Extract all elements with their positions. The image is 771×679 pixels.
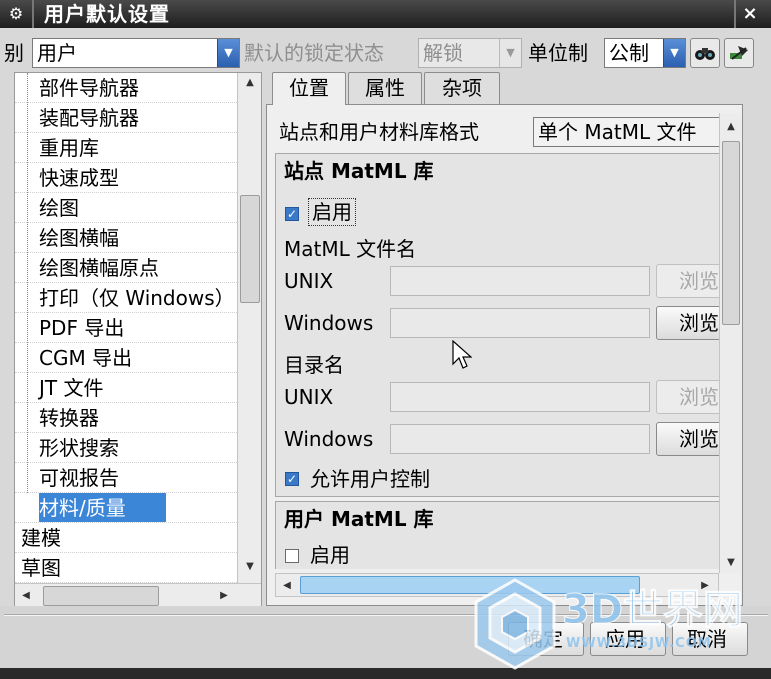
scroll-left-icon[interactable]: ◀	[280, 580, 294, 591]
allow-user-control-label[interactable]: 允许用户控制	[310, 464, 430, 494]
mouse-cursor-icon	[452, 340, 472, 369]
tree-item-top[interactable]: 草图	[15, 553, 237, 583]
scroll-up-icon[interactable]: ▲	[720, 121, 742, 132]
browse-button[interactable]: 浏览	[656, 422, 719, 456]
lock-state-label: 默认的锁定状态	[244, 41, 384, 65]
site-enable-label[interactable]: 启用	[308, 198, 356, 226]
close-icon[interactable]: ×	[738, 2, 762, 26]
level-select[interactable]: 用户 ▼	[32, 38, 240, 68]
group-title: 用户 MatML 库	[284, 507, 434, 531]
tree-item[interactable]: 部件导航器	[15, 73, 237, 103]
tree-item[interactable]: 绘图横幅	[15, 223, 237, 253]
chevron-down-icon[interactable]: ▼	[499, 39, 521, 67]
windows-label: Windows	[284, 427, 374, 451]
window-bottom-border	[0, 668, 771, 679]
scroll-right-icon[interactable]: ▶	[217, 590, 231, 601]
user-enable-label[interactable]: 启用	[310, 540, 350, 569]
tree-item[interactable]: 装配导航器	[15, 103, 237, 133]
browse-button[interactable]: 浏览	[656, 306, 719, 340]
level-select-value: 用户	[37, 41, 77, 65]
allow-user-control-checkbox[interactable]: ✓	[285, 472, 299, 486]
binoculars-icon[interactable]	[690, 38, 720, 68]
tab-panel: 站点和用户材料库格式 单个 MatML 文件 站点 MatML 库 ✓ 启用 M…	[266, 104, 743, 606]
level-label: 别	[4, 41, 24, 65]
directory-label: 目录名	[284, 353, 344, 377]
export-icon[interactable]	[724, 38, 754, 68]
tree-item[interactable]: 重用库	[15, 133, 237, 163]
scroll-up-icon[interactable]: ▲	[238, 77, 261, 88]
dir-unix-input[interactable]	[390, 382, 650, 412]
browse-button[interactable]: 浏览	[656, 264, 719, 298]
tab-location[interactable]: 位置	[272, 72, 346, 105]
scroll-down-icon[interactable]: ▼	[720, 557, 742, 568]
file-windows-input[interactable]	[390, 308, 650, 338]
unit-select-value: 公制	[609, 41, 649, 65]
tab-properties[interactable]: 属性	[348, 72, 422, 104]
cancel-button[interactable]: 取消	[672, 622, 748, 656]
settings-viewport: 站点和用户材料库格式 单个 MatML 文件 站点 MatML 库 ✓ 启用 M…	[275, 113, 719, 569]
ok-button[interactable]: 确定	[508, 622, 584, 656]
unix-label: UNIX	[284, 385, 334, 409]
user-enable-checkbox[interactable]	[285, 549, 299, 563]
format-select-value: 单个 MatML 文件	[538, 120, 697, 144]
scroll-right-icon[interactable]: ▶	[698, 580, 712, 591]
lock-state-select[interactable]: 解锁 ▼	[418, 38, 522, 68]
window-title: 用户默认设置	[44, 2, 170, 26]
tree-item[interactable]: 打印（仅 Windows）	[15, 283, 237, 313]
site-matml-group: 站点 MatML 库 ✓ 启用 MatML 文件名 UNIX 浏览 Window…	[275, 153, 719, 497]
tab-misc[interactable]: 杂项	[424, 72, 500, 104]
panel-vertical-scrollbar[interactable]: ▲ ▼	[719, 113, 741, 573]
scroll-thumb[interactable]	[43, 586, 159, 606]
lock-state-value: 解锁	[423, 41, 463, 65]
category-tree: 部件导航器 装配导航器 重用库 快速成型 绘图 绘图横幅 绘图横幅原点 打印（仅…	[14, 72, 262, 608]
tree-vertical-scrollbar[interactable]: ▲ ▼	[237, 73, 261, 583]
footer-divider	[4, 614, 768, 616]
tree-item[interactable]: 可视报告	[15, 463, 237, 493]
browse-button[interactable]: 浏览	[656, 380, 719, 414]
gear-icon[interactable]: ⚙	[6, 4, 26, 24]
tree-item-top[interactable]: 建模	[15, 523, 237, 553]
chevron-down-icon[interactable]: ▼	[217, 39, 239, 67]
scroll-thumb[interactable]	[722, 141, 740, 325]
site-enable-checkbox[interactable]: ✓	[285, 207, 299, 221]
scroll-left-icon[interactable]: ◀	[19, 590, 33, 601]
tree-item[interactable]: 快速成型	[15, 163, 237, 193]
scroll-thumb[interactable]	[240, 195, 260, 303]
tree-item[interactable]: 绘图	[15, 193, 237, 223]
tree-item[interactable]: PDF 导出	[15, 313, 237, 343]
file-unix-input[interactable]	[390, 266, 650, 296]
title-separator	[734, 0, 736, 28]
tree-item[interactable]: 转换器	[15, 403, 237, 433]
windows-label: Windows	[284, 311, 374, 335]
tree-item-selected[interactable]: 材料/质量	[15, 493, 237, 523]
group-title: 站点 MatML 库	[284, 159, 434, 183]
tree-horizontal-scrollbar[interactable]: ◀ ▶	[15, 583, 261, 607]
title-bar: ⚙ 用户默认设置 ×	[0, 0, 771, 28]
scroll-thumb[interactable]	[300, 576, 640, 594]
title-separator	[32, 0, 34, 28]
tree-item[interactable]: 绘图横幅原点	[15, 253, 237, 283]
chevron-down-icon[interactable]: ▼	[663, 39, 685, 67]
dir-windows-input[interactable]	[390, 424, 650, 454]
format-select[interactable]: 单个 MatML 文件	[533, 117, 719, 147]
user-matml-group: 用户 MatML 库 启用	[275, 501, 719, 569]
unit-label: 单位制	[528, 41, 588, 65]
panel-horizontal-scrollbar[interactable]: ◀ ▶	[275, 573, 719, 597]
unit-select[interactable]: 公制 ▼	[604, 38, 686, 68]
format-label: 站点和用户材料库格式	[279, 120, 479, 144]
scroll-down-icon[interactable]: ▼	[238, 561, 261, 572]
tree-item[interactable]: JT 文件	[15, 373, 237, 403]
unix-label: UNIX	[284, 269, 334, 293]
tree-item[interactable]: CGM 导出	[15, 343, 237, 373]
tree-item[interactable]: 形状搜索	[15, 433, 237, 463]
matml-filename-label: MatML 文件名	[284, 237, 417, 261]
apply-button[interactable]: 应用	[590, 622, 666, 656]
